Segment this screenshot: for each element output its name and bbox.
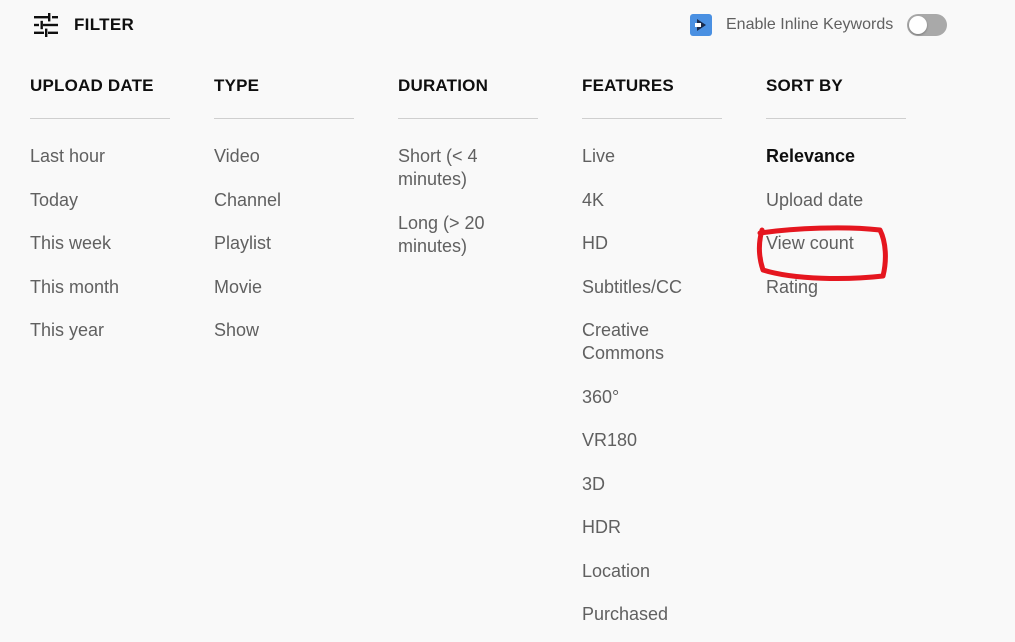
filter-option-hdr[interactable]: HDR (582, 516, 712, 539)
filter-option-this-week[interactable]: This week (30, 232, 160, 255)
filter-option-playlist[interactable]: Playlist (214, 232, 344, 255)
filter-option-list: Relevance Upload date View count Rating (766, 145, 906, 299)
filter-group-duration: DURATION Short (< 4 minutes) Long (> 20 … (398, 76, 582, 642)
sort-option-relevance[interactable]: Relevance (766, 145, 896, 168)
filter-option-list: Short (< 4 minutes) Long (> 20 minutes) (398, 145, 538, 258)
filter-option-creative-commons[interactable]: Creative Commons (582, 319, 712, 365)
filter-option-today[interactable]: Today (30, 189, 160, 212)
tune-sliders-icon (32, 11, 60, 39)
filter-group-header: UPLOAD DATE (30, 76, 154, 95)
filter-option-last-hour[interactable]: Last hour (30, 145, 160, 168)
divider (214, 118, 354, 119)
divider (766, 118, 906, 119)
divider (582, 118, 722, 119)
filter-option-subtitles[interactable]: Subtitles/CC (582, 276, 712, 299)
filter-group-type: TYPE Video Channel Playlist Movie Show (214, 76, 398, 642)
filter-option-hd[interactable]: HD (582, 232, 712, 255)
filter-option-purchased[interactable]: Purchased (582, 603, 712, 626)
filter-group-features: FEATURES Live 4K HD Subtitles/CC Creativ… (582, 76, 766, 642)
filter-option-vr180[interactable]: VR180 (582, 429, 712, 452)
filter-group-header: TYPE (214, 76, 260, 95)
filter-option-location[interactable]: Location (582, 560, 712, 583)
filter-option-this-month[interactable]: This month (30, 276, 160, 299)
sort-option-view-count[interactable]: View count (766, 232, 896, 255)
filter-option-show[interactable]: Show (214, 319, 344, 342)
filter-option-this-year[interactable]: This year (30, 319, 160, 342)
filter-option-movie[interactable]: Movie (214, 276, 344, 299)
toggle-knob (909, 16, 928, 34)
sort-option-upload-date[interactable]: Upload date (766, 189, 896, 212)
filter-group-sort-by: SORT BY Relevance Upload date View count… (766, 76, 950, 642)
filter-group-header: FEATURES (582, 76, 674, 95)
filter-button[interactable]: FILTER (32, 10, 134, 40)
inline-keywords-label: Enable Inline Keywords (726, 16, 894, 33)
filter-option-360[interactable]: 360° (582, 386, 712, 409)
filter-option-short[interactable]: Short (< 4 minutes) (398, 145, 528, 191)
search-filter-panel: FILTER Enable Inline Keywords UPLOAD DAT… (0, 0, 1015, 642)
filter-option-list: Video Channel Playlist Movie Show (214, 145, 354, 342)
filter-label: FILTER (74, 15, 135, 34)
filter-option-long[interactable]: Long (> 20 minutes) (398, 212, 528, 258)
filter-columns: UPLOAD DATE Last hour Today This week Th… (30, 76, 950, 642)
inline-keywords-toggle[interactable] (907, 14, 948, 36)
sort-option-rating[interactable]: Rating (766, 276, 896, 299)
filter-group-header: SORT BY (766, 76, 843, 95)
filter-option-4k[interactable]: 4K (582, 189, 712, 212)
filter-option-list: Live 4K HD Subtitles/CC Creative Commons… (582, 145, 722, 626)
inline-keywords-control: Enable Inline Keywords (690, 12, 948, 38)
inline-keywords-extension-icon[interactable] (690, 14, 712, 36)
divider (30, 118, 170, 119)
filter-option-live[interactable]: Live (582, 145, 712, 168)
filter-group-header: DURATION (398, 76, 489, 95)
divider (398, 118, 538, 119)
filter-option-channel[interactable]: Channel (214, 189, 344, 212)
filter-option-3d[interactable]: 3D (582, 473, 712, 496)
filter-option-list: Last hour Today This week This month Thi… (30, 145, 170, 342)
filter-group-upload-date: UPLOAD DATE Last hour Today This week Th… (30, 76, 214, 642)
filter-option-video[interactable]: Video (214, 145, 344, 168)
